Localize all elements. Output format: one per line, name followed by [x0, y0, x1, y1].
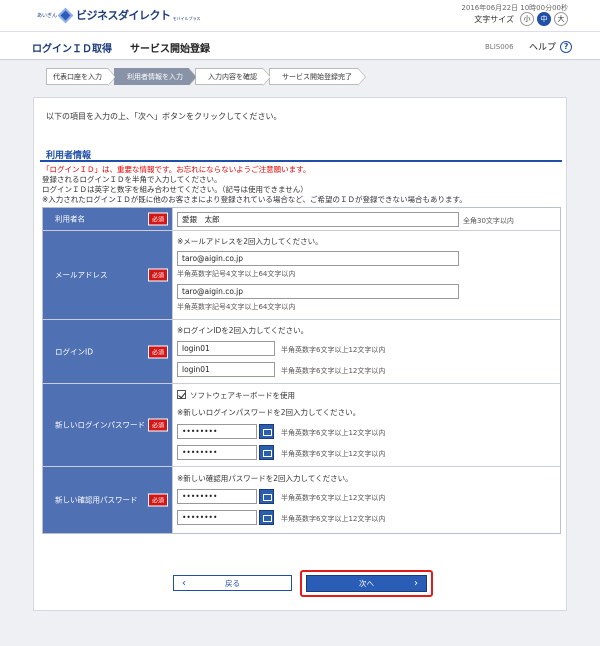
- logo-name: ビジネスダイレクト: [76, 9, 171, 22]
- help-label: ヘルプ: [529, 43, 557, 53]
- login-id-hint-1: 半角英数字6文字以上12文字以内: [281, 346, 386, 354]
- email-instruction: ※メールアドレスを2回入力してください。: [177, 237, 323, 246]
- new-confirm-password-hint-1: 半角英数字6文字以上12文字以内: [281, 494, 386, 502]
- top-header: あいぎん ビジネスダイレクト モバイルプラス 2016年06月22日 10時00…: [0, 0, 600, 31]
- email-input-1[interactable]: taro@aigin.co.jp: [177, 251, 459, 266]
- row-new-confirm-password: 新しい確認用パスワード 必須 ※新しい確認用パスワードを2回入力してください。 …: [43, 467, 560, 533]
- new-confirm-password-hint-2: 半角英数字6文字以上12文字以内: [281, 515, 386, 523]
- label-cell: ログインID 必須: [43, 320, 173, 383]
- field-cell: ソフトウェアキーボードを使用 ※新しいログインパスワードを2回入力してください。…: [173, 384, 560, 466]
- required-badge: 必須: [147, 268, 168, 282]
- logo: あいぎん ビジネスダイレクト モバイルプラス: [37, 7, 201, 23]
- new-confirm-password-label: 新しい確認用パスワード: [55, 495, 138, 505]
- software-keyboard-icon[interactable]: [259, 489, 274, 504]
- required-badge: 必須: [147, 212, 168, 226]
- login-id-input-2[interactable]: login01: [177, 362, 275, 377]
- help-icon: ?: [560, 40, 573, 53]
- software-keyboard-icon[interactable]: [259, 424, 274, 439]
- software-keyboard-icon[interactable]: [259, 510, 274, 525]
- note-line-1: 登録されるログインＩＤを半角で入力してください。: [42, 175, 222, 184]
- required-badge: 必須: [147, 345, 168, 358]
- new-confirm-password-instruction: ※新しい確認用パスワードを2回入力してください。: [177, 474, 353, 483]
- label-cell: 利用者名 必須: [43, 208, 173, 230]
- software-keyboard-icon[interactable]: [259, 445, 274, 460]
- user-name-label: 利用者名: [55, 214, 85, 224]
- user-name-hint: 全角30文字以内: [463, 217, 514, 225]
- font-size-small-button[interactable]: 小: [520, 12, 534, 26]
- step-2-current: 利用者情報を入力: [114, 68, 197, 86]
- email-hint-1: 半角英数字記号4文字以上64文字以内: [177, 270, 296, 278]
- software-keyboard-checkbox[interactable]: [177, 390, 186, 399]
- new-login-password-label: 新しいログインパスワード: [55, 420, 145, 430]
- field-cell: 愛銀 太郎 全角30文字以内: [173, 208, 560, 230]
- email-hint-2: 半角英数字記号4文字以上64文字以内: [177, 303, 296, 311]
- font-size-large-button[interactable]: 大: [554, 12, 568, 26]
- back-button[interactable]: ‹ 戻る: [173, 575, 292, 591]
- title-bar: ログインＩＤ取得 サービス開始登録 BLIS006 ヘルプ ?: [0, 31, 600, 60]
- chevron-left-icon: ‹: [182, 577, 186, 589]
- logo-diamond-icon: [57, 7, 74, 23]
- required-badge: 必須: [147, 418, 168, 432]
- step-4: サービス開始登録完了: [269, 68, 366, 86]
- required-badge: 必須: [147, 493, 168, 507]
- new-login-password-hint-1: 半角英数字6文字以上12文字以内: [281, 429, 386, 437]
- new-login-password-input-2[interactable]: ••••••••: [177, 445, 257, 460]
- instruction-text: 以下の項目を入力の上、「次へ」ボタンをクリックしてください。: [46, 112, 282, 121]
- help-link[interactable]: ヘルプ ?: [529, 40, 573, 53]
- note-line-2: ログインＩＤは英字と数字を組み合わせてください。（記号は使用できません）: [42, 185, 308, 194]
- email-input-2[interactable]: taro@aigin.co.jp: [177, 284, 459, 299]
- main-panel: 以下の項目を入力の上、「次へ」ボタンをクリックしてください。 利用者情報 「ログ…: [33, 97, 567, 611]
- user-name-input[interactable]: 愛銀 太郎: [177, 212, 459, 227]
- login-id-instruction: ※ログインIDを2回入力してください。: [177, 326, 309, 335]
- login-id-hint-2: 半角英数字6文字以上12文字以内: [281, 367, 386, 375]
- login-id-label: ログインID: [55, 347, 93, 356]
- label-cell: メールアドレス 必須: [43, 231, 173, 319]
- field-cell: ※ログインIDを2回入力してください。 login01 半角英数字6文字以上12…: [173, 320, 560, 383]
- row-user-name: 利用者名 必須 愛銀 太郎 全角30文字以内: [43, 208, 560, 231]
- label-cell: 新しい確認用パスワード 必須: [43, 467, 173, 533]
- section-divider: [40, 160, 562, 162]
- notes: 「ログインＩＤ」は、重要な情報です。お忘れにならないようご注意願います。 登録さ…: [42, 165, 467, 205]
- font-size-medium-button[interactable]: 中: [537, 12, 551, 26]
- software-keyboard-label[interactable]: ソフトウェアキーボードを使用: [190, 390, 295, 401]
- next-button[interactable]: 次へ ›: [306, 575, 427, 592]
- chevron-right-icon: ›: [414, 578, 418, 589]
- email-label: メールアドレス: [55, 270, 108, 280]
- next-button-label: 次へ: [359, 579, 374, 588]
- field-cell: ※新しい確認用パスワードを2回入力してください。 •••••••• 半角英数字6…: [173, 467, 560, 533]
- row-new-login-password: 新しいログインパスワード 必須 ソフトウェアキーボードを使用 ※新しいログインパ…: [43, 384, 560, 467]
- user-info-form: 利用者名 必須 愛銀 太郎 全角30文字以内 メールアドレス 必須 ※メールアド…: [42, 207, 561, 534]
- font-size-label: 文字サイズ: [474, 14, 514, 24]
- new-confirm-password-input-1[interactable]: ••••••••: [177, 489, 257, 504]
- font-size-selector: 文字サイズ 小 中 大: [474, 12, 568, 26]
- back-button-label: 戻る: [225, 578, 240, 588]
- step-1: 代表口座を入力: [46, 68, 116, 86]
- logo-small-text: あいぎん: [37, 12, 58, 19]
- field-cell: ※メールアドレスを2回入力してください。 taro@aigin.co.jp 半角…: [173, 231, 560, 319]
- step-3: 入力内容を確認: [195, 68, 271, 86]
- page-subtitle: サービス開始登録: [130, 44, 210, 55]
- note-line-3: ※入力されたログインＩＤが既に他のお客さまにより登録されている場合など、ご希望の…: [42, 195, 467, 204]
- next-button-highlight: 次へ ›: [300, 570, 433, 597]
- step-progress: 代表口座を入力 利用者情報を入力 入力内容を確認 サービス開始登録完了: [46, 68, 366, 86]
- label-cell: 新しいログインパスワード 必須: [43, 384, 173, 466]
- warning-note: 「ログインＩＤ」は、重要な情報です。お忘れにならないようご注意願います。: [42, 165, 311, 174]
- logo-tm: モバイルプラス: [172, 16, 201, 21]
- new-login-password-hint-2: 半角英数字6文字以上12文字以内: [281, 450, 386, 458]
- new-login-password-input-1[interactable]: ••••••••: [177, 424, 257, 439]
- new-login-password-instruction: ※新しいログインパスワードを2回入力してください。: [177, 408, 361, 417]
- row-login-id: ログインID 必須 ※ログインIDを2回入力してください。 login01 半角…: [43, 320, 560, 384]
- new-confirm-password-input-2[interactable]: ••••••••: [177, 510, 257, 525]
- page-title: ログインＩＤ取得: [32, 44, 112, 55]
- login-id-input-1[interactable]: login01: [177, 341, 275, 356]
- row-email: メールアドレス 必須 ※メールアドレスを2回入力してください。 taro@aig…: [43, 231, 560, 320]
- screen-id: BLIS006: [485, 43, 514, 51]
